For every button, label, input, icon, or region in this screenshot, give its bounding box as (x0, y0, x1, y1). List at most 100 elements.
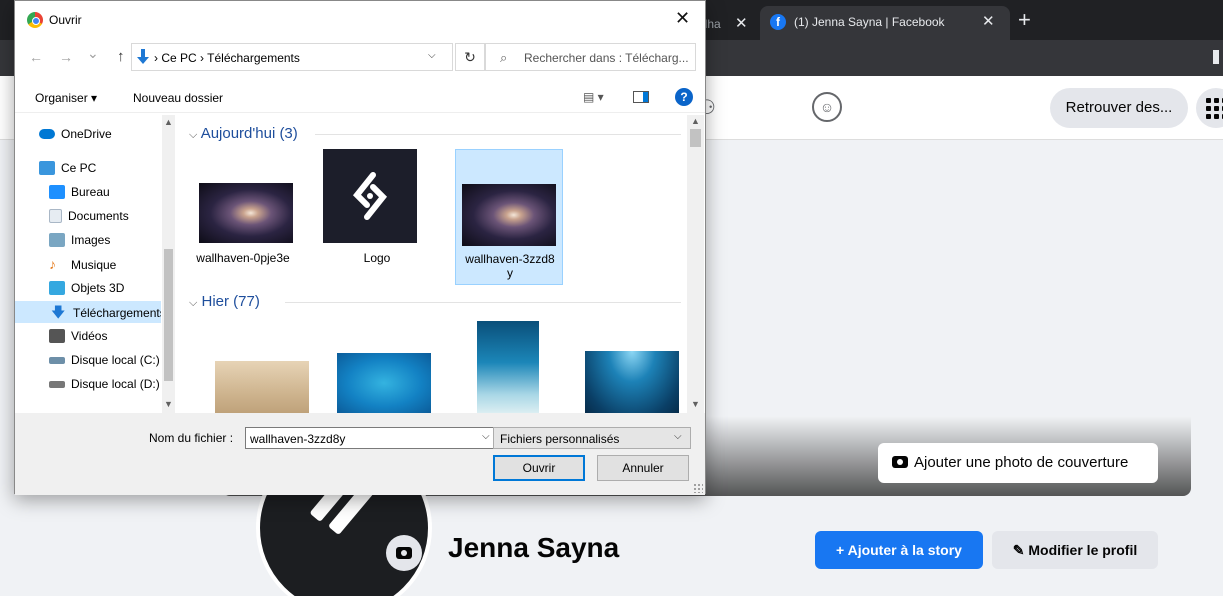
resize-grip-icon[interactable] (693, 483, 703, 493)
nav-item-label: Vidéos (71, 329, 108, 343)
refresh-button[interactable]: ↻ (455, 43, 485, 71)
scroll-down-arrow-icon[interactable]: ▼ (164, 399, 173, 409)
images-icon (49, 233, 65, 247)
file-name: wallhaven-3zzd8 y (465, 252, 555, 280)
cube-icon (49, 281, 65, 295)
cancel-button[interactable]: Annuler (597, 455, 689, 481)
add-to-story-button[interactable]: + Ajouter à la story (815, 531, 983, 569)
nav-item-label: OneDrive (61, 127, 112, 141)
new-folder-button[interactable]: Nouveau dossier (133, 91, 223, 105)
nav-item-label: Bureau (71, 185, 110, 199)
browser-tab-facebook[interactable]: f (1) Jenna Sayna | Facebook ✕ (760, 6, 1010, 40)
download-folder-icon (137, 49, 149, 64)
preview-pane-icon[interactable] (633, 91, 649, 103)
chevron-down-icon: ⌵ (674, 431, 682, 442)
file-item-selected[interactable]: wallhaven-3zzd8 y (455, 149, 563, 285)
scrollbar-thumb[interactable] (164, 249, 173, 381)
back-arrow-icon[interactable]: ← (29, 49, 43, 65)
menu-grid-icon[interactable] (1196, 88, 1223, 128)
nav-item-label: Images (71, 233, 111, 247)
video-icon (49, 329, 65, 343)
documents-icon (49, 209, 62, 223)
tab-close-icon[interactable]: ✕ (735, 14, 748, 32)
nav-item-label: Disque local (C:) (71, 353, 160, 367)
group-divider (285, 302, 681, 303)
dialog-footer: Nom du fichier : wallhaven-3zzd8y ⌵ Fich… (15, 413, 705, 495)
group-label: Aujourd'hui (3) (200, 125, 298, 142)
extension-icon[interactable] (1213, 50, 1219, 64)
file-thumbnail (199, 183, 293, 243)
file-item[interactable]: Logo (323, 149, 431, 285)
new-tab-button[interactable]: + (1018, 7, 1031, 33)
scrollbar-thumb[interactable] (690, 129, 701, 147)
nav-item-telechargements[interactable]: 🡇 Téléchargements (15, 301, 161, 323)
add-cover-photo-button[interactable]: Ajouter une photo de couverture (878, 443, 1158, 483)
group-label: Hier (77) (201, 293, 260, 310)
drive-c-icon (49, 357, 65, 364)
chrome-icon (27, 12, 43, 28)
chevron-down-icon: ⌵ (189, 129, 198, 141)
group-header-today[interactable]: ⌵ Aujourd'hui (3) (189, 125, 298, 142)
filename-input[interactable]: wallhaven-3zzd8y ⌵ (245, 427, 497, 449)
forward-arrow-icon[interactable]: → (59, 49, 73, 65)
tab-title: (1) Jenna Sayna | Facebook (794, 15, 945, 29)
dialog-title: Ouvrir (49, 13, 82, 27)
filetype-select[interactable]: Fichiers personnalisés ⌵ (493, 427, 691, 449)
nav-item-ce-pc[interactable]: Ce PC (39, 157, 175, 179)
group-divider (315, 134, 681, 135)
file-item[interactable]: wallhaven-0pje3e (189, 149, 297, 285)
breadcrumb-item-telechargements[interactable]: Téléchargements (207, 51, 300, 65)
profile-name: Jenna Sayna (448, 532, 620, 563)
dialog-navigation-bar: ← → ⌄ ↑ › Ce PC › Téléchargements ⌵ ↻ ⌕ … (15, 41, 705, 73)
up-arrow-icon[interactable]: ↑ (117, 48, 125, 65)
open-file-dialog: Ouvrir ✕ ← → ⌄ ↑ › Ce PC › Téléchargemen… (14, 0, 706, 495)
update-avatar-camera-icon[interactable] (386, 535, 422, 571)
navigation-pane: OneDrive Ce PC Bureau Documents Images ♪… (15, 115, 175, 413)
find-friends-button[interactable]: Retrouver des... (1050, 88, 1188, 128)
edit-profile-button[interactable]: ✎ Modifier le profil (992, 531, 1158, 569)
camera-icon (892, 456, 908, 468)
nav-item-label: Documents (68, 209, 129, 223)
breadcrumb: › Ce PC › Téléchargements (154, 51, 300, 65)
chevron-down-icon[interactable]: ⌵ (482, 431, 490, 442)
open-button[interactable]: Ouvrir (493, 455, 585, 481)
recent-locations-chevron-icon[interactable]: ⌄ (87, 45, 99, 62)
file-thumbnail[interactable] (337, 353, 431, 413)
dialog-titlebar[interactable]: Ouvrir ✕ (15, 1, 705, 39)
group-header-yesterday[interactable]: ⌵ Hier (77) (189, 293, 260, 310)
help-icon[interactable]: ? (675, 88, 693, 106)
music-icon: ♪ (49, 256, 56, 272)
drive-d-icon (49, 381, 65, 388)
dialog-close-button[interactable]: ✕ (675, 8, 690, 29)
filename-label: Nom du fichier : (149, 431, 234, 445)
desktop-icon (49, 185, 65, 199)
file-thumbnail (323, 149, 417, 243)
search-input[interactable]: ⌕ Rechercher dans : Télécharg... (485, 43, 696, 71)
address-dropdown-chevron-icon[interactable]: ⌵ (428, 50, 436, 61)
address-breadcrumb[interactable]: › Ce PC › Téléchargements ⌵ (131, 43, 453, 71)
nav-item-label: Disque local (D:) (71, 377, 160, 391)
dialog-toolbar: Organiser ▾ Nouveau dossier ▤ ▾ ? (15, 81, 705, 113)
view-options-button[interactable]: ▤ ▾ (583, 90, 604, 104)
scroll-up-arrow-icon[interactable]: ▲ (164, 117, 173, 127)
file-thumbnail[interactable] (215, 361, 309, 413)
screen: llha ✕ f (1) Jenna Sayna | Facebook ✕ + … (0, 0, 1223, 596)
nav-item-onedrive[interactable]: OneDrive (39, 123, 175, 145)
scroll-down-arrow-icon[interactable]: ▼ (691, 399, 700, 409)
scroll-up-arrow-icon[interactable]: ▲ (691, 116, 700, 126)
cloud-icon (39, 129, 55, 139)
breadcrumb-item-ce-pc[interactable]: Ce PC (161, 51, 196, 65)
groups-icon[interactable]: ☺ (812, 92, 842, 122)
breadcrumb-separator: › (200, 51, 205, 65)
navigation-scrollbar[interactable]: ▲ ▼ (162, 115, 175, 413)
organize-menu-button[interactable]: Organiser ▾ (35, 91, 97, 105)
file-thumbnail[interactable] (585, 351, 679, 413)
tab-close-icon[interactable]: ✕ (982, 12, 995, 30)
file-name: wallhaven-0pje3e (196, 251, 290, 265)
breadcrumb-separator: › (154, 51, 158, 65)
nav-item-label: Objets 3D (71, 281, 125, 295)
facebook-favicon-icon: f (770, 14, 786, 30)
file-list-scrollbar[interactable]: ▲ ▼ (687, 115, 704, 413)
nav-item-label: Ce PC (61, 161, 97, 175)
file-thumbnail[interactable] (477, 321, 539, 413)
